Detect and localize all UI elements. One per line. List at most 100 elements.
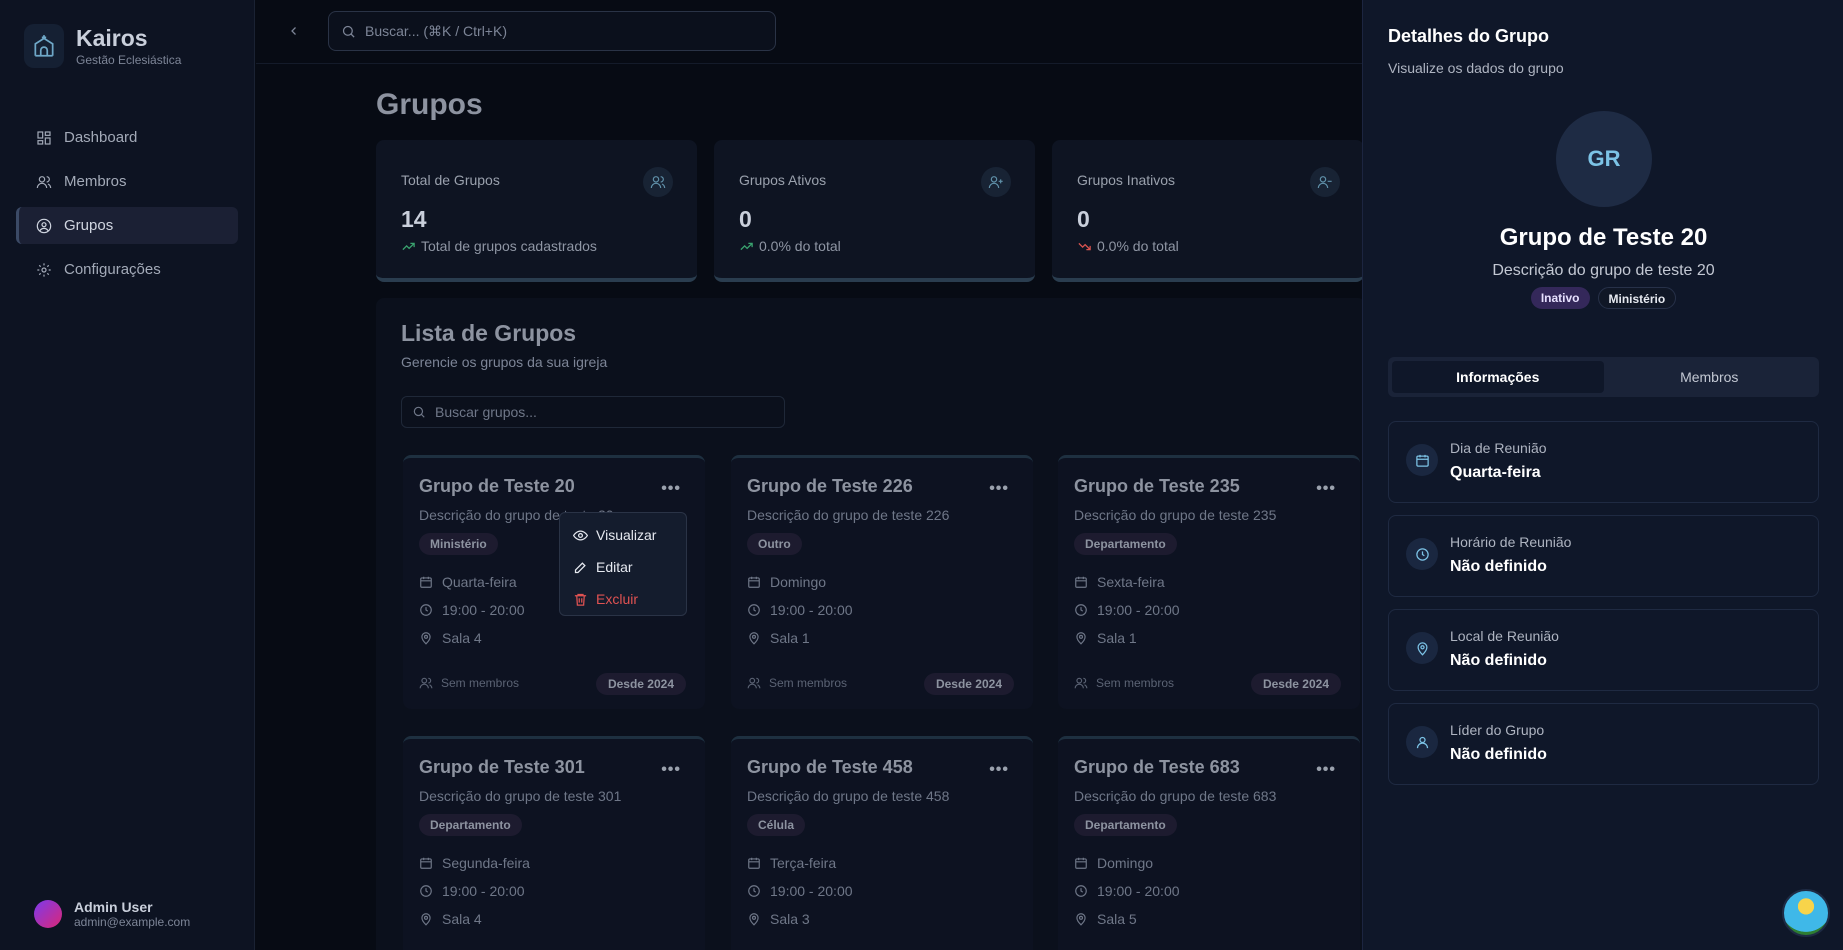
clock-icon bbox=[748, 604, 760, 616]
calendar-icon bbox=[1406, 444, 1438, 476]
more-options-icon[interactable]: ••• bbox=[1316, 480, 1336, 498]
map-pin-icon bbox=[1076, 632, 1086, 645]
user-profile[interactable]: Admin User admin@example.com bbox=[34, 899, 190, 929]
group-time-text: 19:00 - 20:00 bbox=[1097, 602, 1180, 618]
stat-label: Grupos Inativos bbox=[1077, 172, 1176, 188]
group-card-description: Descrição do grupo de teste 301 bbox=[419, 788, 622, 804]
group-card[interactable]: Grupo de Teste 301 ••• Descrição do grupo … bbox=[403, 736, 705, 950]
pencil-icon bbox=[574, 561, 586, 573]
groups-search-input[interactable]: Buscar grupos... bbox=[401, 396, 785, 428]
sidebar-item-configuracoes[interactable]: Configurações bbox=[16, 251, 238, 288]
group-card-title: Grupo de Teste 226 bbox=[747, 476, 913, 496]
group-description: Descrição do grupo de teste 20 bbox=[1492, 262, 1715, 279]
stat-value: 14 bbox=[401, 206, 427, 232]
context-menu-view[interactable]: Visualizar bbox=[560, 519, 686, 551]
sidebar-item-membros[interactable]: Membros bbox=[16, 163, 238, 200]
group-type-badge: Departamento bbox=[419, 814, 522, 836]
group-since-badge: Desde 2024 bbox=[1250, 673, 1341, 695]
info-label: Horário de Reunião bbox=[1450, 534, 1572, 550]
stat-trend: Total de grupos cadastrados bbox=[401, 238, 597, 254]
sidebar-item-label: Dashboard bbox=[64, 129, 138, 146]
search-icon bbox=[342, 25, 355, 38]
clock-icon bbox=[1406, 538, 1438, 570]
group-time-text: 19:00 - 20:00 bbox=[1097, 883, 1180, 899]
group-card-title: Grupo de Teste 20 bbox=[419, 476, 575, 496]
trash-icon bbox=[574, 593, 587, 606]
group-day-text: Domingo bbox=[770, 574, 827, 590]
group-meeting-day: Domingo bbox=[747, 574, 826, 590]
avatar bbox=[34, 900, 62, 928]
gear-icon bbox=[37, 262, 51, 277]
stat-trend-text: 0.0% do total bbox=[1097, 238, 1179, 254]
brand[interactable]: Kairos Gestão Eclesiástica bbox=[24, 24, 181, 68]
more-options-icon[interactable]: ••• bbox=[1316, 761, 1336, 779]
global-search-input[interactable]: Buscar... (⌘K / Ctrl+K) bbox=[328, 11, 776, 51]
group-meeting-time: 19:00 - 20:00 bbox=[747, 883, 853, 899]
group-details-drawer: Detalhes do Grupo Visualize os dados do … bbox=[1362, 0, 1843, 950]
group-card-description: Descrição do grupo de teste 226 bbox=[747, 507, 950, 523]
map-pin-icon bbox=[421, 632, 431, 645]
sidebar-item-grupos[interactable]: Grupos bbox=[16, 207, 238, 244]
group-day-text: Quarta-feira bbox=[442, 574, 517, 590]
global-search-placeholder: Buscar... (⌘K / Ctrl+K) bbox=[365, 22, 507, 39]
calendar-icon bbox=[748, 857, 760, 869]
tab-membros[interactable]: Membros bbox=[1604, 361, 1816, 393]
stat-trend-text: 0.0% do total bbox=[759, 238, 841, 254]
group-meeting-place: Sala 3 bbox=[747, 911, 810, 927]
tab-informacoes[interactable]: Informações bbox=[1392, 361, 1604, 393]
stat-card-active: Grupos Ativos 0 0.0% do total bbox=[714, 140, 1035, 282]
clock-icon bbox=[420, 604, 432, 616]
group-type-badge: Departamento bbox=[1074, 533, 1177, 555]
more-options-icon[interactable]: ••• bbox=[661, 480, 681, 498]
status-badge: Inativo bbox=[1530, 287, 1590, 309]
map-pin-icon bbox=[749, 913, 759, 926]
info-label: Líder do Grupo bbox=[1450, 722, 1545, 738]
more-options-icon[interactable]: ••• bbox=[661, 761, 681, 779]
group-card-description: Descrição do grupo de teste 683 bbox=[1074, 788, 1277, 804]
context-menu-edit[interactable]: Editar bbox=[560, 551, 686, 583]
group-type-badge: Departamento bbox=[1074, 814, 1177, 836]
more-options-icon[interactable]: ••• bbox=[989, 480, 1009, 498]
group-meeting-day: Sexta-feira bbox=[1074, 574, 1165, 590]
sidebar-nav: Dashboard Membros Grupos Configurações bbox=[16, 119, 238, 295]
group-card[interactable]: Grupo de Teste 683 ••• Descrição do grupo … bbox=[1058, 736, 1360, 950]
group-card-title: Grupo de Teste 458 bbox=[747, 757, 913, 777]
users-icon bbox=[1074, 677, 1088, 689]
topbar: Buscar... (⌘K / Ctrl+K) bbox=[256, 0, 1364, 64]
drawer-title: Detalhes do Grupo bbox=[1388, 26, 1550, 46]
clock-icon bbox=[1075, 885, 1087, 897]
user-name: Admin User bbox=[74, 899, 153, 915]
sidebar-item-label: Configurações bbox=[64, 261, 161, 278]
church-logo-icon bbox=[24, 24, 64, 68]
user-email: admin@example.com bbox=[74, 915, 191, 929]
group-card[interactable]: Grupo de Teste 226 ••• Descrição do grupo … bbox=[731, 455, 1033, 709]
group-place-text: Sala 4 bbox=[442, 911, 482, 927]
map-pin-icon bbox=[421, 913, 431, 926]
group-time-text: 19:00 - 20:00 bbox=[770, 883, 853, 899]
grid-icon bbox=[37, 130, 51, 145]
group-place-text: Sala 1 bbox=[770, 630, 810, 646]
group-day-text: Segunda-feira bbox=[442, 855, 530, 871]
info-card-meeting-day: Dia de Reunião Quarta-feira bbox=[1388, 421, 1819, 503]
group-meeting-day: Domingo bbox=[1074, 855, 1153, 871]
group-time-text: 19:00 - 20:00 bbox=[442, 883, 525, 899]
group-type-badge: Outro bbox=[747, 533, 802, 555]
context-menu-delete[interactable]: Excluir bbox=[560, 583, 686, 615]
collapse-sidebar-button[interactable] bbox=[284, 20, 304, 42]
map-pin-icon bbox=[749, 632, 759, 645]
context-menu-edit-label: Editar bbox=[596, 559, 633, 575]
drawer-subtitle: Visualize os dados do grupo bbox=[1388, 60, 1564, 76]
context-menu-view-label: Visualizar bbox=[596, 527, 657, 543]
more-options-icon[interactable]: ••• bbox=[989, 761, 1009, 779]
group-meeting-day: Quarta-feira bbox=[419, 574, 517, 590]
group-meeting-place: Sala 4 bbox=[419, 630, 482, 646]
sidebar-item-dashboard[interactable]: Dashboard bbox=[16, 119, 238, 156]
floating-assistant-button[interactable] bbox=[1782, 889, 1830, 937]
users-icon bbox=[36, 175, 52, 188]
group-card[interactable]: Grupo de Teste 458 ••• Descrição do grupo … bbox=[731, 736, 1033, 950]
group-day-text: Domingo bbox=[1097, 855, 1154, 871]
group-card[interactable]: Grupo de Teste 235 ••• Descrição do grupo … bbox=[1058, 455, 1360, 709]
group-day-text: Sexta-feira bbox=[1097, 574, 1165, 590]
group-day-text: Terça-feira bbox=[770, 855, 837, 871]
group-name: Grupo de Teste 20 bbox=[1499, 224, 1708, 251]
